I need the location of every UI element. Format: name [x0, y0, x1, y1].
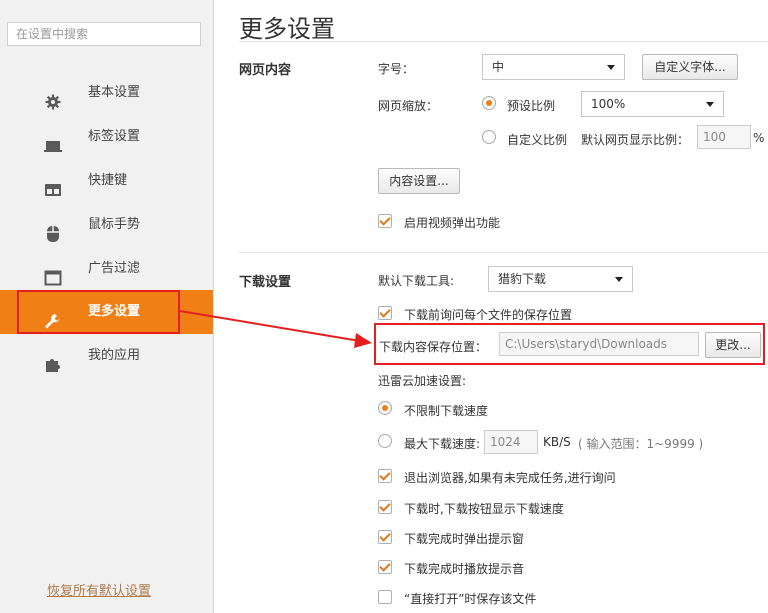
annotation-arrow — [179, 310, 372, 348]
